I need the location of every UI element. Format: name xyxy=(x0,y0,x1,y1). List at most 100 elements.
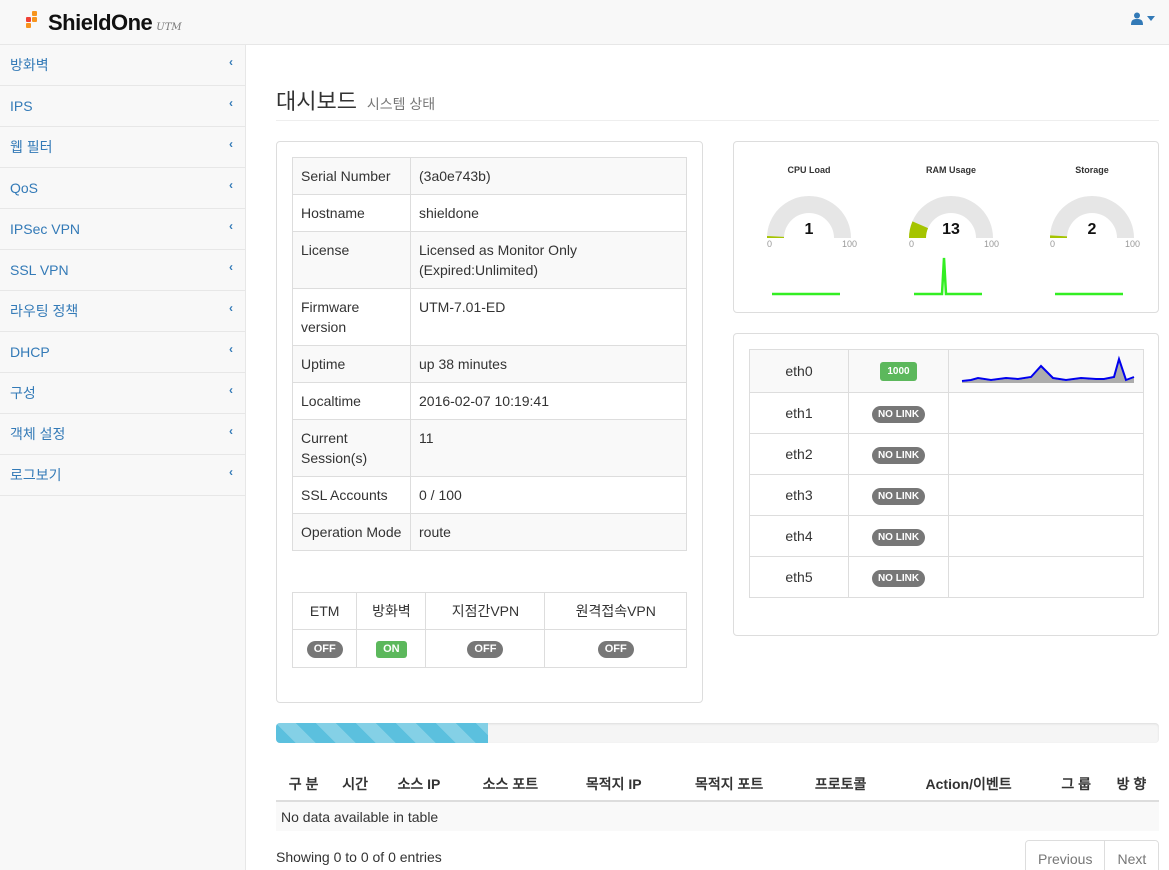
sidebar-item-label: SSL VPN xyxy=(10,262,69,278)
chevron-left-icon: ‹ xyxy=(229,55,233,69)
info-key: License xyxy=(292,231,411,289)
info-key: Operation Mode xyxy=(292,513,411,551)
table-row: Operation Mode route xyxy=(292,513,687,551)
chevron-left-icon: ‹ xyxy=(229,137,233,151)
column-header[interactable]: 방 향 xyxy=(1103,768,1159,802)
interfaces-table: eth0 1000 eth1 NO LINK eth2 NO LINK eth3 NO LIN… xyxy=(749,349,1144,598)
interfaces-panel: eth0 1000 eth1 NO LINK eth2 NO LINK eth3 NO LIN… xyxy=(733,333,1159,636)
sidebar-item[interactable]: 구성 ‹ xyxy=(0,373,245,414)
sidebar-item-label: 웹 필터 xyxy=(10,139,53,155)
table-row: SSL Accounts 0 / 100 xyxy=(292,476,687,514)
chevron-left-icon: ‹ xyxy=(229,96,233,110)
interface-status-cell: NO LINK xyxy=(848,515,949,557)
column-header[interactable]: 그 룹 xyxy=(1048,768,1104,802)
sidebar-item-label: 라우팅 정책 xyxy=(10,303,79,319)
interface-row: eth1 NO LINK xyxy=(749,392,1144,434)
column-header[interactable]: 소스 IP xyxy=(379,768,459,802)
info-key: Hostname xyxy=(292,194,411,232)
status-badge[interactable]: ON xyxy=(376,641,407,658)
pagination: Previous Next xyxy=(1025,840,1160,870)
sidebar-item[interactable]: IPSec VPN ‹ xyxy=(0,209,245,250)
interface-status-cell: NO LINK xyxy=(848,556,949,598)
feature-name: 방화벽 xyxy=(356,592,427,630)
interface-name: eth0 xyxy=(749,349,849,393)
brand-logo[interactable]: ShieldOne UTM xyxy=(24,8,182,36)
traffic-sparkline xyxy=(961,355,1135,383)
table-row: License Licensed as Monitor Only (Expired… xyxy=(292,231,687,289)
info-key: Serial Number xyxy=(292,157,411,195)
table-row: Uptime up 38 minutes xyxy=(292,345,687,383)
interface-row: eth0 1000 xyxy=(749,349,1144,393)
column-header[interactable]: Action/이벤트 xyxy=(888,768,1049,802)
info-key: Localtime xyxy=(292,382,411,420)
sidebar-item-label: 방화벽 xyxy=(10,57,49,73)
status-badge[interactable]: OFF xyxy=(467,641,504,658)
sidebar-item[interactable]: 로그보기 ‹ xyxy=(0,455,245,496)
interface-status-cell: NO LINK xyxy=(848,433,949,475)
feature-cell: OFF xyxy=(291,629,358,668)
column-header[interactable]: 구 분 xyxy=(276,768,332,802)
column-header[interactable]: 소스 포트 xyxy=(458,768,562,802)
status-badge[interactable]: OFF xyxy=(597,641,634,658)
traffic-graph-cell xyxy=(948,433,1144,475)
info-value: UTM-7.01-ED xyxy=(410,288,687,346)
interface-status-cell: NO LINK xyxy=(848,392,949,434)
sidebar-item[interactable]: SSL VPN ‹ xyxy=(0,250,245,291)
interface-row: eth2 NO LINK xyxy=(749,433,1144,475)
chevron-left-icon: ‹ xyxy=(229,383,233,397)
chevron-left-icon: ‹ xyxy=(229,301,233,315)
loading-progress xyxy=(276,723,1159,743)
gauge-label: Storage xyxy=(1075,165,1109,175)
empty-table-message: No data available in table xyxy=(276,801,1159,831)
traffic-graph-cell xyxy=(948,349,1144,393)
table-row: Hostname shieldone xyxy=(292,194,687,232)
sidebar-item-label: IPS xyxy=(10,98,33,114)
feature-name: 원격접속VPN xyxy=(544,592,687,630)
info-key: Uptime xyxy=(292,345,411,383)
gauge-value: 2 xyxy=(1087,221,1097,238)
sidebar-item[interactable]: 방화벽 ‹ xyxy=(0,45,245,86)
next-button[interactable]: Next xyxy=(1104,841,1159,870)
traffic-graph-cell xyxy=(948,392,1144,434)
link-status-badge: NO LINK xyxy=(871,569,926,587)
system-info-table: Serial Number (3a0e743b) Hostname shieldone… xyxy=(292,157,687,551)
previous-button[interactable]: Previous xyxy=(1026,841,1105,870)
gauge: Storage 2 0 100 xyxy=(734,142,1158,312)
sidebar-item-label: 구성 xyxy=(10,385,36,401)
table-row: Serial Number (3a0e743b) xyxy=(292,157,687,195)
traffic-graph-cell xyxy=(948,474,1144,516)
info-value: 2016-02-07 10:19:41 xyxy=(410,382,687,420)
user-icon xyxy=(1131,12,1143,25)
info-value: 11 xyxy=(410,419,687,477)
column-header[interactable]: 시간 xyxy=(331,768,380,802)
info-key: Firmware version xyxy=(292,288,411,346)
feature-name: ETM xyxy=(291,592,358,630)
sparkline xyxy=(1055,292,1123,296)
logo-icon xyxy=(24,8,46,30)
sidebar-item[interactable]: 객체 설정 ‹ xyxy=(0,414,245,455)
sidebar-item[interactable]: 웹 필터 ‹ xyxy=(0,127,245,168)
link-status-badge: 1000 xyxy=(880,362,917,381)
feature-cell: ON xyxy=(356,629,427,668)
chevron-left-icon: ‹ xyxy=(229,465,233,479)
traffic-graph-cell xyxy=(948,556,1144,598)
table-row: Current Session(s) 11 xyxy=(292,419,687,477)
status-badge[interactable]: OFF xyxy=(306,641,343,658)
brand-name: ShieldOne xyxy=(48,10,153,35)
sidebar-item[interactable]: IPS ‹ xyxy=(0,86,245,127)
chevron-left-icon: ‹ xyxy=(229,178,233,192)
system-info-panel: Serial Number (3a0e743b) Hostname shieldone… xyxy=(276,141,703,703)
interface-name: eth5 xyxy=(749,556,849,598)
column-header[interactable]: 목적지 포트 xyxy=(665,768,793,802)
feature-status-table: ETM 방화벽 지점간VPN 원격접속VPN OFF ON OFF OFF xyxy=(291,592,687,668)
column-header[interactable]: 프로토콜 xyxy=(792,768,889,802)
info-key: SSL Accounts xyxy=(292,476,411,514)
page-title: 대시보드 xyxy=(276,89,357,114)
sidebar-item[interactable]: QoS ‹ xyxy=(0,168,245,209)
sidebar-item[interactable]: 라우팅 정책 ‹ xyxy=(0,291,245,332)
chevron-left-icon: ‹ xyxy=(229,424,233,438)
column-header[interactable]: 목적지 IP xyxy=(561,768,666,802)
interface-row: eth4 NO LINK xyxy=(749,515,1144,557)
sidebar-item[interactable]: DHCP ‹ xyxy=(0,332,245,373)
user-menu[interactable] xyxy=(1131,12,1155,25)
